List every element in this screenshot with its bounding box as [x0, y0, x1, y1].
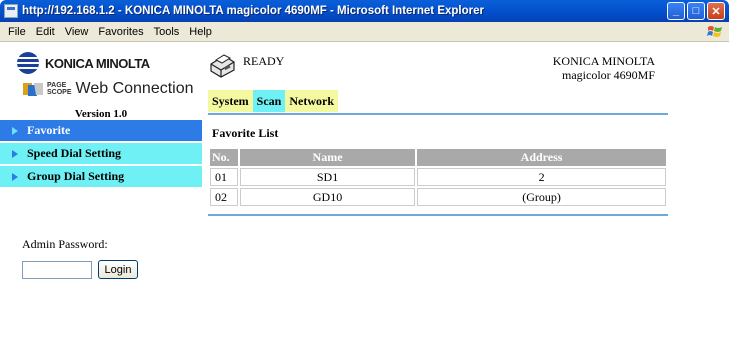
windows-flag-icon — [707, 26, 722, 37]
printer-icon — [210, 54, 235, 78]
menu-tools[interactable]: Tools — [154, 26, 180, 38]
nav-item-favorite[interactable]: Favorite — [0, 120, 202, 143]
minimize-button[interactable]: _ — [667, 2, 685, 20]
nav-item-speed-dial-setting[interactable]: Speed Dial Setting — [0, 143, 202, 166]
tab-network[interactable]: Network — [285, 90, 339, 112]
ie-page-icon — [4, 4, 18, 18]
konica-minolta-logo: KONICA MINOLTA — [17, 52, 150, 74]
close-button[interactable]: ✕ — [707, 2, 725, 20]
side-nav: Favorite Speed Dial Setting Group Dial S… — [0, 120, 202, 189]
konica-minolta-globe-icon — [17, 52, 39, 74]
cell-name: SD1 — [239, 168, 416, 186]
cell-address: (Group) — [417, 188, 666, 206]
admin-password-label: Admin Password: — [22, 237, 108, 251]
maximize-button[interactable]: □ — [687, 2, 705, 20]
product-name: Web Connection — [75, 80, 194, 97]
pagescope-icon — [23, 83, 43, 96]
left-panel: KONICA MINOLTA PAGE SCOPE Web Connection… — [0, 42, 202, 348]
menu-help[interactable]: Help — [189, 26, 212, 38]
divider — [208, 113, 668, 115]
arrow-right-icon — [12, 149, 18, 158]
nav-item-label: Favorite — [27, 123, 71, 137]
device-model-name: magicolor 4690MF — [562, 68, 655, 82]
web-connection-logo: PAGE SCOPE Web Connection — [22, 80, 194, 98]
nav-item-label: Speed Dial Setting — [27, 146, 122, 160]
main-tabs: System Scan Network — [208, 90, 339, 112]
window-controls: _ □ ✕ — [667, 2, 725, 20]
cell-no: 02 — [210, 188, 238, 206]
column-header-address: Address — [417, 149, 666, 166]
table-row[interactable]: 02 GD10 (Group) — [210, 188, 666, 206]
arrow-right-icon — [12, 126, 18, 135]
menu-file[interactable]: File — [8, 26, 26, 38]
window-title: http://192.168.1.2 - KONICA MINOLTA magi… — [22, 5, 484, 17]
device-model: KONICA MINOLTA magicolor 4690MF — [553, 54, 655, 82]
cell-no: 01 — [210, 168, 238, 186]
company-name: KONICA MINOLTA — [45, 55, 150, 71]
divider — [208, 214, 668, 216]
table-row[interactable]: 01 SD1 2 — [210, 168, 666, 186]
column-header-name: Name — [239, 149, 416, 166]
menu-bar: File Edit View Favorites Tools Help — [0, 22, 729, 42]
favorite-list-table: No. Name Address 01 SD1 2 02 GD10 (Group… — [208, 147, 668, 208]
cell-address: 2 — [417, 168, 666, 186]
column-header-no: No. — [210, 149, 238, 166]
device-maker: KONICA MINOLTA — [552, 54, 655, 68]
admin-password-input[interactable] — [22, 261, 92, 279]
tab-system[interactable]: System — [208, 90, 253, 112]
menu-favorites[interactable]: Favorites — [98, 26, 143, 38]
arrow-right-icon — [12, 172, 18, 181]
page-content: KONICA MINOLTA PAGE SCOPE Web Connection… — [0, 42, 729, 348]
menu-view[interactable]: View — [65, 26, 89, 38]
favorite-list-title: Favorite List — [212, 126, 279, 140]
window-titlebar[interactable]: http://192.168.1.2 - KONICA MINOLTA magi… — [0, 0, 729, 22]
status-text: READY — [243, 54, 285, 68]
table-header-row: No. Name Address — [210, 149, 666, 166]
login-button[interactable]: Login — [98, 260, 138, 279]
menu-edit[interactable]: Edit — [36, 26, 55, 38]
nav-item-group-dial-setting[interactable]: Group Dial Setting — [0, 166, 202, 189]
pagescope-wordmark: PAGE SCOPE — [47, 82, 72, 96]
nav-item-label: Group Dial Setting — [27, 169, 125, 183]
version-label: Version 1.0 — [74, 108, 128, 120]
tab-scan[interactable]: Scan — [252, 90, 286, 112]
cell-name: GD10 — [239, 188, 416, 206]
